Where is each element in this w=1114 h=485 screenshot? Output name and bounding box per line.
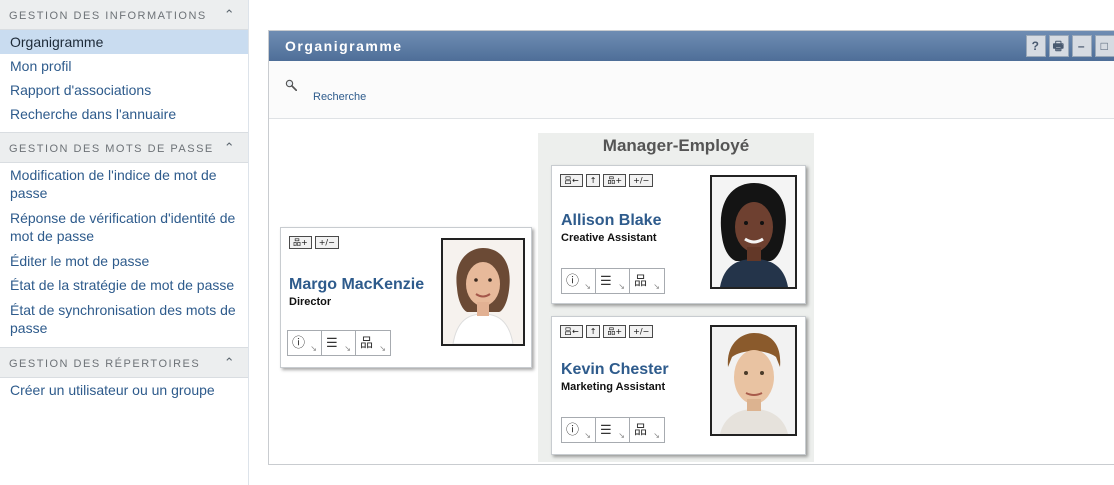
sidebar: GESTION DES INFORMATIONS ⌃ Organigramme … bbox=[0, 0, 249, 485]
info-button[interactable]: ⓘ ↘ bbox=[562, 418, 596, 442]
org-button[interactable]: 品 ↘ bbox=[630, 269, 664, 293]
section-header-info: GESTION DES INFORMATIONS ⌃ bbox=[0, 0, 248, 30]
info-icon: ⓘ bbox=[566, 273, 580, 288]
panel-header: Organigramme ? 🖶 – □ bbox=[269, 31, 1114, 61]
sidebar-item-verification-identite[interactable]: Réponse de vérification d'identité de mo… bbox=[0, 206, 248, 249]
section-header-repertoires: GESTION DES RÉPERTOIRES ⌃ bbox=[0, 347, 248, 378]
toggle-button[interactable]: +/− bbox=[629, 174, 654, 187]
person-title: Marketing Assistant bbox=[561, 381, 666, 393]
chevron-down-icon: ↘ bbox=[618, 282, 625, 291]
maximize-button[interactable]: □ bbox=[1095, 35, 1114, 57]
org-icon: 品 bbox=[360, 335, 374, 350]
report-card: 吕← ↑ 品+ +/− Allison Blake Creative Assis… bbox=[551, 165, 806, 304]
info-button[interactable]: ⓘ ↘ bbox=[562, 269, 596, 293]
section-header-passwords: GESTION DES MOTS DE PASSE ⌃ bbox=[0, 132, 248, 163]
info-button[interactable]: ⓘ ↘ bbox=[288, 331, 322, 355]
org-icon: 品 bbox=[634, 422, 648, 437]
sidebar-item-creer-utilisateur[interactable]: Créer un utilisateur ou un groupe bbox=[0, 378, 248, 402]
sidebar-item-recherche-annuaire[interactable]: Recherche dans l'annuaire bbox=[0, 102, 248, 126]
card-actions: ⓘ ↘ ☰ ↘ 品 ↘ bbox=[287, 330, 391, 356]
chevron-down-icon: ↘ bbox=[653, 282, 660, 291]
chevron-down-icon: ↘ bbox=[344, 344, 351, 353]
woman-portrait-icon bbox=[712, 177, 795, 287]
go-to-manager-button[interactable]: 吕← bbox=[560, 174, 583, 187]
sidebar-item-indice-mot-de-passe[interactable]: Modification de l'indice de mot de passe bbox=[0, 163, 248, 206]
section-header-label: GESTION DES INFORMATIONS bbox=[9, 10, 207, 22]
expand-org-button[interactable]: 品+ bbox=[603, 325, 627, 338]
section-header-label: GESTION DES RÉPERTOIRES bbox=[9, 358, 201, 370]
print-button[interactable]: 🖶 bbox=[1049, 35, 1069, 57]
sidebar-item-organigramme[interactable]: Organigramme bbox=[0, 30, 248, 54]
sidebar-item-synchronisation[interactable]: État de synchronisation des mots de pass… bbox=[0, 298, 248, 341]
panel-title: Organigramme bbox=[285, 38, 403, 54]
card-actions: ⓘ ↘ ☰ ↘ 品 ↘ bbox=[561, 417, 665, 443]
chevron-down-icon: ↘ bbox=[310, 344, 317, 353]
person-title: Director bbox=[289, 296, 332, 308]
avatar bbox=[710, 325, 797, 436]
sidebar-item-rapport-associations[interactable]: Rapport d'associations bbox=[0, 78, 248, 102]
up-button[interactable]: ↑ bbox=[585, 325, 601, 338]
panel-toolbar: ? 🖶 – □ bbox=[1026, 35, 1114, 57]
sidebar-item-strategie-mot-de-passe[interactable]: État de la stratégie de mot de passe bbox=[0, 273, 248, 298]
email-button[interactable]: ☰ ↘ bbox=[322, 331, 356, 355]
card-toolbar: 吕← ↑ 品+ +/− bbox=[560, 325, 654, 338]
person-name[interactable]: Margo MacKenzie bbox=[289, 276, 424, 294]
help-button[interactable]: ? bbox=[1026, 35, 1046, 57]
org-button[interactable]: 品 ↘ bbox=[630, 418, 664, 442]
person-title: Creative Assistant bbox=[561, 232, 657, 244]
collapse-chevron-icon[interactable]: ⌃ bbox=[222, 355, 238, 371]
avatar bbox=[710, 175, 797, 289]
info-icon: ⓘ bbox=[566, 422, 580, 437]
avatar bbox=[441, 238, 525, 346]
toggle-button[interactable]: +/− bbox=[314, 236, 339, 249]
chevron-down-icon: ↘ bbox=[584, 282, 591, 291]
email-icon: ☰ bbox=[600, 422, 612, 437]
manager-card: 品+ +/− Margo MacKenzie Director ⓘ ↘ ☰ ↘ 品 ↘ bbox=[280, 227, 532, 368]
woman-portrait-icon bbox=[443, 240, 523, 344]
go-to-manager-button[interactable]: 吕← bbox=[560, 325, 583, 338]
org-icon: 品 bbox=[634, 273, 648, 288]
chevron-down-icon: ↘ bbox=[379, 344, 386, 353]
man-portrait-icon bbox=[712, 327, 795, 434]
sidebar-item-mon-profil[interactable]: Mon profil bbox=[0, 54, 248, 78]
chevron-down-icon: ↘ bbox=[618, 431, 625, 440]
chevron-down-icon: ↘ bbox=[653, 431, 660, 440]
email-icon: ☰ bbox=[326, 335, 338, 350]
search-label: Recherche bbox=[313, 91, 367, 103]
chevron-down-icon: ↘ bbox=[584, 431, 591, 440]
info-icon: ⓘ bbox=[292, 335, 306, 350]
toggle-button[interactable]: +/− bbox=[629, 325, 654, 338]
card-toolbar: 吕← ↑ 品+ +/− bbox=[560, 174, 654, 187]
org-button[interactable]: 品 ↘ bbox=[356, 331, 390, 355]
email-icon: ☰ bbox=[600, 273, 612, 288]
search-bar: Recherche bbox=[269, 61, 1114, 119]
card-toolbar: 品+ +/− bbox=[289, 236, 339, 249]
up-button[interactable]: ↑ bbox=[585, 174, 601, 187]
relationship-title: Manager-Employé bbox=[602, 136, 750, 155]
email-button[interactable]: ☰ ↘ bbox=[596, 269, 630, 293]
minimize-button[interactable]: – bbox=[1072, 35, 1092, 57]
report-card: 吕← ↑ 品+ +/− Kevin Chester Marketing Assi… bbox=[551, 316, 806, 455]
person-name[interactable]: Kevin Chester bbox=[561, 361, 669, 379]
email-button[interactable]: ☰ ↘ bbox=[596, 418, 630, 442]
card-actions: ⓘ ↘ ☰ ↘ 品 ↘ bbox=[561, 268, 665, 294]
collapse-chevron-icon[interactable]: ⌃ bbox=[222, 7, 238, 23]
expand-org-button[interactable]: 品+ bbox=[603, 174, 627, 187]
section-header-label: GESTION DES MOTS DE PASSE bbox=[9, 143, 214, 155]
sidebar-item-editer-mot-de-passe[interactable]: Éditer le mot de passe bbox=[0, 249, 248, 273]
person-name[interactable]: Allison Blake bbox=[561, 212, 661, 230]
collapse-chevron-icon[interactable]: ⌃ bbox=[222, 140, 238, 156]
magnifier-icon bbox=[285, 79, 297, 91]
expand-org-button[interactable]: 品+ bbox=[289, 236, 312, 249]
